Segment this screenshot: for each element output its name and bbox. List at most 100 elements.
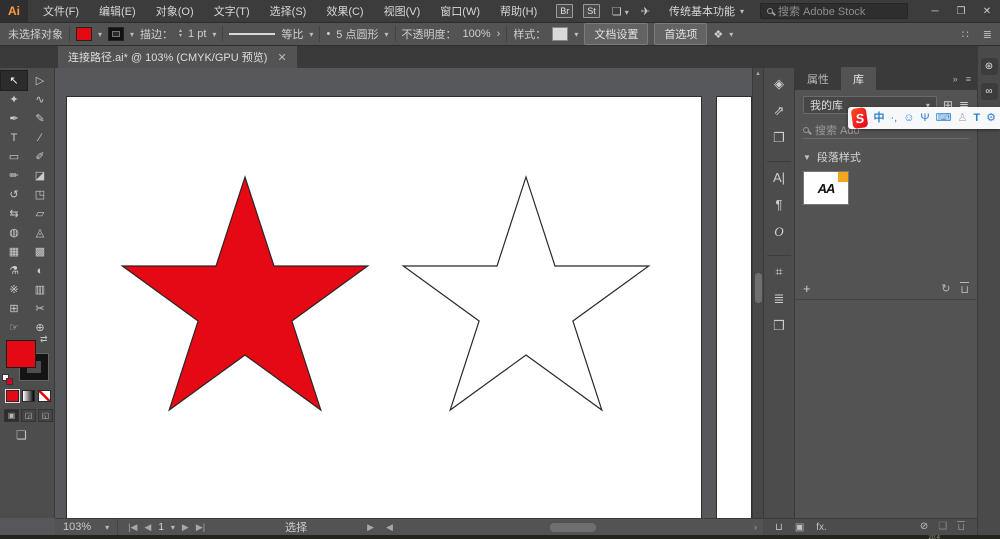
restore-button[interactable]: ❐ (948, 2, 974, 21)
rectangle-tool[interactable]: ▭ (1, 147, 27, 166)
paragraph-styles-section[interactable]: ▼ 段落样式 (795, 139, 977, 169)
eyedropper-tool[interactable]: ⚗ (1, 261, 27, 280)
fill-color-swatch[interactable] (76, 27, 92, 41)
scroll-right-icon[interactable]: › (754, 522, 757, 532)
first-artboard-icon[interactable]: |◀ (128, 522, 137, 533)
paragraph-icon[interactable]: ¶ (776, 197, 783, 224)
draw-normal-button[interactable]: ▣ (4, 409, 19, 422)
mesh-tool[interactable]: ▦ (1, 242, 27, 261)
tab-properties[interactable]: 属性 (795, 67, 841, 91)
eraser-tool[interactable]: ◪ (27, 166, 53, 185)
panel-list-icon[interactable]: ≣ (983, 28, 992, 41)
outline-star-shape[interactable] (403, 177, 648, 410)
ime-toolbox-icon[interactable]: ⚙ (986, 113, 996, 124)
stroke-dropdown-icon[interactable]: ▾ (130, 30, 134, 39)
vertical-scrollbar[interactable]: ▲ (752, 68, 763, 518)
pathfinder-icon[interactable]: ❒ (773, 318, 785, 345)
status-menu-icon[interactable]: ▶ (367, 522, 374, 533)
color-button[interactable] (6, 390, 19, 402)
menu-type[interactable]: 文字(T) (205, 0, 259, 22)
zoom-control[interactable]: 103% ▾ (55, 519, 118, 535)
gradient-button[interactable] (22, 390, 35, 402)
document-setup-button[interactable]: 文档设置 (584, 23, 648, 45)
none-button[interactable] (38, 390, 51, 402)
artboards-icon[interactable]: ❐ (773, 130, 785, 157)
ime-voice-icon[interactable]: Ψ (920, 113, 929, 124)
blend-tool[interactable]: ◐ (27, 261, 53, 280)
perspective-grid-tool[interactable]: ◬ (27, 223, 53, 242)
brush-label[interactable]: 5 点圆形 (336, 26, 378, 42)
fill-color-indicator[interactable] (6, 340, 36, 368)
stock-icon[interactable]: St (583, 4, 600, 18)
artboard[interactable] (66, 96, 702, 518)
scroll-left-icon[interactable]: ◀ (386, 522, 393, 533)
artboard-footer-icon[interactable]: ⊔ (775, 522, 783, 533)
vertical-scroll-thumb[interactable] (755, 273, 762, 303)
document-tab[interactable]: 连接路径.ai* @ 103% (CMYK/GPU 预览) ✕ (58, 46, 297, 68)
ime-skin-icon[interactable]: T (973, 113, 980, 124)
grid-footer-icon[interactable]: ▣ (795, 522, 804, 533)
rotate-tool[interactable]: ↺ (1, 185, 27, 204)
filled-star-shape[interactable] (122, 177, 367, 410)
stroke-weight-dropdown-icon[interactable]: ▾ (212, 30, 216, 39)
add-content-button[interactable]: + (803, 281, 811, 296)
align-icon[interactable]: ≣ (774, 291, 785, 318)
draw-inside-button[interactable]: ◱ (38, 409, 53, 422)
close-button[interactable]: ✕ (974, 2, 1000, 21)
panel-menu-icon[interactable]: ≡ (966, 74, 971, 84)
last-artboard-icon[interactable]: ▶| (196, 522, 205, 533)
opentype-icon[interactable]: O (774, 224, 783, 251)
fill-dropdown-icon[interactable]: ▾ (98, 30, 102, 39)
width-profile-dropdown-icon[interactable]: ▾ (309, 30, 313, 39)
screen-mode-button[interactable]: ❏ (16, 428, 27, 442)
menu-file[interactable]: 文件(F) (34, 0, 88, 22)
artboard-number[interactable]: 1 (158, 522, 164, 533)
minimize-button[interactable]: ─ (922, 2, 948, 21)
canvas-area[interactable]: ▲ (55, 68, 763, 518)
scale-tool[interactable]: ◳ (27, 185, 53, 204)
slice-tool[interactable]: ✂ (27, 299, 53, 318)
horizontal-scroll-thumb[interactable] (550, 523, 596, 532)
magic-wand-tool[interactable]: ✦ (1, 90, 27, 109)
style-dropdown-icon[interactable]: ▾ (574, 30, 578, 39)
scroll-up-icon[interactable]: ▲ (753, 68, 763, 77)
transform-icon[interactable]: ⌗ (775, 264, 782, 291)
stroke-stepper[interactable]: ▴▾ (179, 29, 182, 39)
column-graph-tool[interactable]: ▥ (27, 280, 53, 299)
tab-libraries[interactable]: 库 (841, 67, 876, 91)
prev-artboard-icon[interactable]: ◀ (144, 522, 151, 533)
shape-builder-tool[interactable]: ◍ (1, 223, 27, 242)
touch-workspace-icon[interactable]: ∷ (962, 28, 969, 41)
stroke-weight-value[interactable]: 1 pt (188, 28, 206, 40)
ime-emoji-icon[interactable]: ☺ (903, 113, 914, 124)
ime-handwriting-icon[interactable]: ♙ (958, 113, 968, 124)
type-tool[interactable]: T (1, 128, 27, 147)
new-item-icon[interactable]: ❏ (938, 521, 947, 533)
brush-dropdown-icon[interactable]: ▾ (384, 30, 388, 39)
menu-select[interactable]: 选择(S) (261, 0, 316, 22)
menu-effect[interactable]: 效果(C) (317, 0, 372, 22)
stock-search-input[interactable]: 搜索 Adobe Stock (760, 3, 908, 19)
artboard-tool[interactable]: ⊞ (1, 299, 27, 318)
swap-fill-stroke-icon[interactable]: ⇄ (40, 334, 48, 345)
width-tool[interactable]: ⇆ (1, 204, 27, 223)
draw-behind-button[interactable]: ◲ (21, 409, 36, 422)
ime-keyboard-icon[interactable]: ⌨ (936, 113, 952, 124)
creative-cloud-icon[interactable]: ∞ (981, 83, 998, 100)
section-collapse-icon[interactable]: ▼ (803, 153, 811, 162)
selection-tool[interactable]: ↖ (1, 71, 27, 90)
fx-icon[interactable]: fx. (816, 522, 827, 533)
overflow-chevron[interactable]: › (497, 28, 501, 40)
menu-edit[interactable]: 编辑(E) (90, 0, 145, 22)
menu-object[interactable]: 对象(O) (147, 0, 203, 22)
gradient-tool[interactable]: ▩ (27, 242, 53, 261)
stroke-color-swatch[interactable] (108, 27, 124, 41)
menu-view[interactable]: 视图(V) (375, 0, 430, 22)
next-artboard-icon[interactable]: ▶ (182, 522, 189, 533)
line-segment-tool[interactable]: ∕ (27, 128, 53, 147)
no-style-icon[interactable]: ⊘ (920, 521, 928, 533)
delete-library-item-icon[interactable]: ⊔ (960, 282, 969, 296)
workspace-switcher[interactable]: 传统基本功能 ▾ (669, 3, 744, 19)
ime-punctuation-icon[interactable]: ·, (890, 113, 897, 124)
curvature-tool[interactable]: ✎ (27, 109, 53, 128)
